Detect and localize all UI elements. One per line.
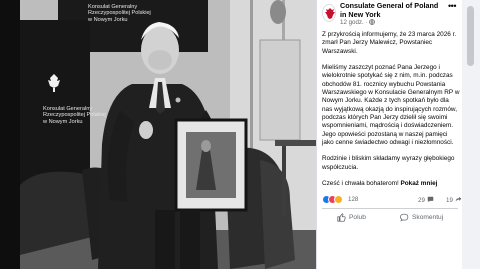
like-label: Polub [349,213,366,221]
post-paragraph: Mieliśmy zaszczyt poznać Pana Jerzego i … [322,64,460,146]
thumbs-up-icon [337,212,346,222]
banner-text-top: Konsulat Generalny Rzeczypospolitej Pols… [88,4,151,23]
globe-icon [369,19,376,25]
banner-text-left: Konsulat Generalny Rzeczypospolitej Pols… [43,106,106,125]
photo-scene [20,0,316,269]
reaction-icons[interactable] [322,195,346,205]
post-header: Consulate General of Poland in New York … [317,0,463,30]
care-reaction-icon [334,195,343,204]
post-text: Z przykrością informujemy, że 23 marca 2… [322,31,460,197]
post-actions: Polub Skomentuj [317,209,463,225]
share-count-link[interactable]: 19 [446,196,462,204]
post-paragraph: Rodzinie i bliskim składamy wyrazy głębo… [322,155,455,171]
post-photo[interactable]: Konsulat Generalny Rzeczypospolitej Pols… [20,0,316,269]
see-less-link[interactable]: Pokaż mniej [401,180,438,187]
page-name-link[interactable]: Consulate General of Poland in New York [340,1,444,19]
comment-label: Skomentuj [412,213,444,221]
share-arrow-icon [455,196,461,202]
reactions-bar: 128 29 19 [322,195,461,207]
ellipsis-icon[interactable]: ••• [445,2,459,12]
page-backdrop [0,0,20,269]
post-time: 12 godz. [340,19,364,26]
comment-count: 29 [418,197,425,204]
post-paragraph: Z przykrością informujemy, że 23 marca 2… [322,31,457,55]
reaction-count[interactable]: 128 [348,196,358,203]
scrollbar-thumb[interactable] [467,6,474,66]
comment-count-link[interactable]: 29 [418,196,434,204]
time-separator: · [365,19,368,26]
comment-icon [400,213,409,221]
polish-eagle-icon [323,5,335,21]
comment-button[interactable]: Skomentuj [400,211,443,223]
comment-bubble-icon [427,196,433,203]
page-avatar[interactable] [322,4,336,22]
post-timestamp[interactable]: 12 godz. · [340,19,376,26]
share-count: 19 [446,197,453,204]
post-closing: Cześć i chwała bohaterom! [322,180,399,188]
like-button[interactable]: Polub [337,211,366,223]
post-panel: Consulate General of Poland in New York … [316,0,462,269]
post-last-line: Cześć i chwała bohaterom! Pokaż mniej [322,180,460,188]
scrollbar[interactable] [462,0,480,269]
